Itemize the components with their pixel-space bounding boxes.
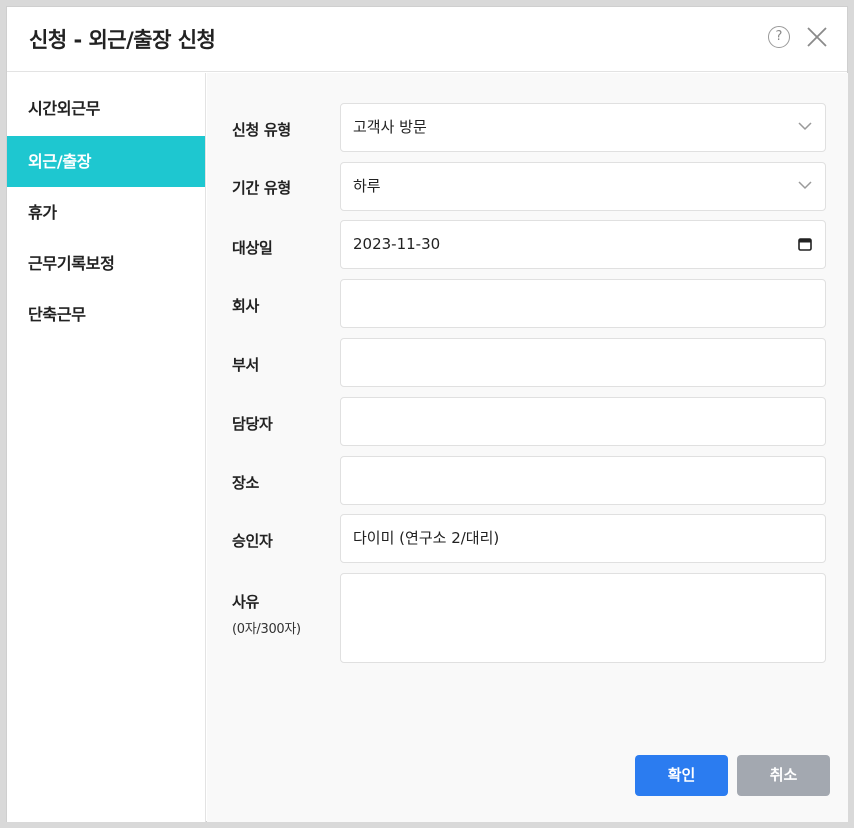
company-label: 회사 (232, 297, 260, 315)
reason-textarea[interactable] (340, 573, 826, 663)
request-type-value: 고객사 방문 (353, 118, 427, 136)
sidebar-item-outside-work[interactable]: 외근/출장 (7, 136, 205, 187)
sidebar-item-short-work[interactable]: 단축근무 (7, 289, 205, 340)
cancel-button[interactable]: 취소 (737, 755, 830, 796)
approver-value: 다이미 (연구소 2/대리) (353, 529, 500, 547)
sidebar: 시간외근무 외근/출장 휴가 근무기록보정 단축근무 (7, 73, 206, 822)
company-input[interactable] (340, 279, 826, 328)
chevron-down-icon (798, 122, 812, 131)
dialog-header: 신청 - 외근/출장 신청 ? (7, 7, 847, 72)
department-label: 부서 (232, 356, 260, 374)
approver-label: 승인자 (232, 532, 273, 550)
target-date-value: 2023-11-30 (353, 235, 441, 253)
dialog-title: 신청 - 외근/출장 신청 (29, 28, 216, 52)
period-type-label: 기간 유형 (232, 179, 291, 197)
period-type-value: 하루 (353, 177, 381, 195)
request-type-label: 신청 유형 (232, 121, 291, 139)
reason-label-group: 사유 (0자/300자) (232, 591, 301, 637)
sidebar-item-overtime[interactable]: 시간외근무 (7, 86, 205, 136)
place-input[interactable] (340, 456, 826, 505)
request-type-select[interactable]: 고객사 방문 (340, 103, 826, 152)
sidebar-item-record-correction[interactable]: 근무기록보정 (7, 238, 205, 289)
target-date-input[interactable]: 2023-11-30 (340, 220, 826, 269)
period-type-select[interactable]: 하루 (340, 162, 826, 211)
reason-char-counter: (0자/300자) (232, 622, 301, 637)
chevron-down-icon (798, 181, 812, 190)
manager-label: 담당자 (232, 415, 273, 433)
department-input[interactable] (340, 338, 826, 387)
calendar-icon[interactable] (798, 237, 812, 251)
approver-field[interactable]: 다이미 (연구소 2/대리) (340, 514, 826, 563)
sidebar-item-vacation[interactable]: 휴가 (7, 187, 205, 238)
dialog: 신청 - 외근/출장 신청 ? 시간외근무 외근/출장 휴가 근무기록보정 단축… (6, 6, 848, 822)
place-label: 장소 (232, 474, 260, 492)
request-form: 신청 유형 고객사 방문 기간 유형 하루 대상일 2023-11-30 회사 … (207, 73, 848, 822)
manager-input[interactable] (340, 397, 826, 446)
close-icon[interactable] (805, 25, 829, 49)
reason-label: 사유 (232, 593, 260, 611)
confirm-button[interactable]: 확인 (635, 755, 728, 796)
target-date-label: 대상일 (232, 239, 273, 257)
help-icon[interactable]: ? (768, 26, 790, 48)
